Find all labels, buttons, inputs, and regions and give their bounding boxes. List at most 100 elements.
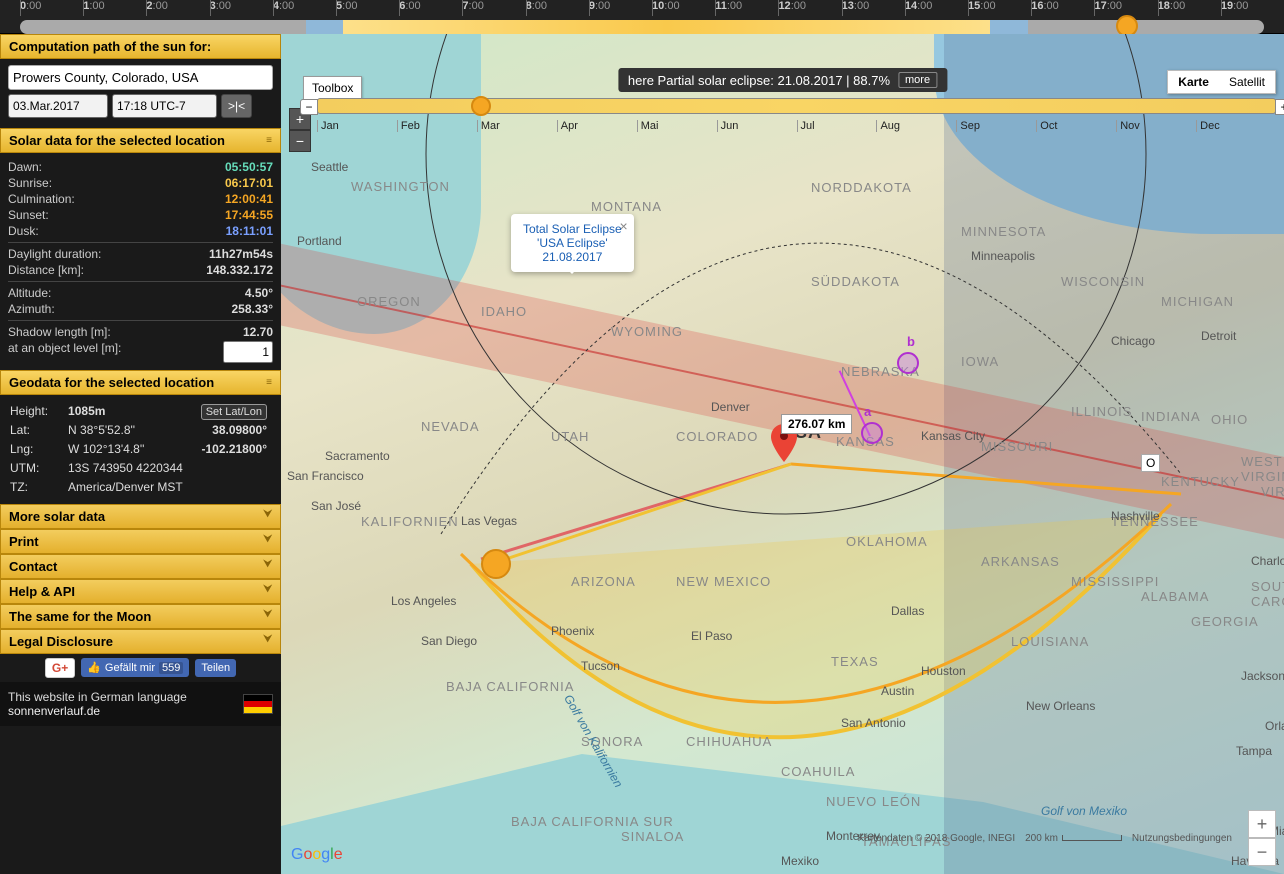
zoom-out-button-2[interactable]: − — [1248, 838, 1276, 866]
google-logo: Google — [291, 846, 343, 864]
zoom-out-button[interactable]: − — [289, 130, 311, 152]
menu-legal[interactable]: Legal Disclosure⮟ — [0, 629, 281, 654]
hour-tick: 5:00 — [336, 0, 399, 20]
place-label: Mexiko — [781, 854, 819, 868]
place-label: Austin — [881, 684, 914, 698]
hour-tick: 9:00 — [589, 0, 652, 20]
place-label: ILLINOIS — [1071, 404, 1132, 419]
place-label: Detroit — [1201, 329, 1236, 343]
place-label: NUEVO LEÓN — [826, 794, 921, 809]
place-label: Tucson — [581, 659, 620, 673]
sunset-value: 17:44:55 — [225, 208, 273, 222]
menu-contact[interactable]: Contact⮟ — [0, 554, 281, 579]
date-input[interactable] — [8, 94, 108, 118]
place-label: Orlando — [1265, 719, 1284, 733]
place-label: Sacramento — [325, 449, 390, 463]
sidebar: Computation path of the sun for: >|< Sol… — [0, 34, 281, 874]
section-geo-header[interactable]: Geodata for the selected location ≡ — [0, 370, 281, 395]
utm-label: UTM: — [10, 460, 66, 477]
map-type-satellit[interactable]: Satellit — [1219, 71, 1275, 93]
map-type-karte[interactable]: Karte — [1168, 71, 1219, 93]
place-label: Jacksonville — [1241, 669, 1284, 683]
month-tick: Dec — [1196, 120, 1276, 132]
month-minus-button[interactable]: − — [300, 99, 318, 115]
time-input[interactable] — [112, 94, 217, 118]
gplus-button[interactable]: G+ — [45, 658, 75, 678]
dusk-value: 18:11:01 — [226, 224, 273, 238]
set-latlng-button[interactable]: Set Lat/Lon — [201, 404, 267, 420]
menu-print[interactable]: Print⮟ — [0, 529, 281, 554]
point-a-marker[interactable] — [861, 422, 883, 444]
map[interactable]: Toolbox + − here Partial solar eclipse: … — [281, 34, 1284, 874]
fb-like-button[interactable]: 👍 Gefällt mir 559 — [81, 658, 189, 677]
lng-label: Lng: — [10, 441, 66, 458]
month-tick: Jan — [317, 120, 397, 132]
section-computation-header: Computation path of the sun for: — [0, 34, 281, 59]
place-label: Phoenix — [551, 624, 594, 638]
month-slider[interactable]: − + JanFebMarAprMaiJunJulAugSepOctNovDec — [317, 98, 1276, 138]
lang-link[interactable]: sonnenverlauf.de — [8, 704, 100, 718]
menu-label: Print — [9, 534, 39, 549]
hour-tick: 14:00 — [905, 0, 968, 20]
menu-moon[interactable]: The same for the Moon⮟ — [0, 604, 281, 629]
place-label: KALIFORNIEN — [361, 514, 459, 529]
hour-ruler: 0:001:002:003:004:005:006:007:008:009:00… — [0, 0, 1284, 34]
place-label: IDAHO — [481, 304, 527, 319]
fb-share-button[interactable]: Teilen — [195, 659, 236, 677]
place-label: GEORGIA — [1191, 614, 1259, 629]
close-icon[interactable]: × — [620, 218, 628, 234]
place-label: BAJA CALIFORNIA — [446, 679, 574, 694]
month-tick: Mai — [637, 120, 717, 132]
place-label: San José — [311, 499, 361, 513]
place-label: OHIO — [1211, 412, 1248, 427]
daylight-label: Daylight duration: — [8, 247, 101, 261]
utm-value: 13S 743950 4220344 — [68, 460, 271, 477]
toolbox-button[interactable]: Toolbox — [303, 76, 362, 100]
zoom-in-button-2[interactable]: + — [1248, 810, 1276, 838]
popup-line1: Total Solar Eclipse — [523, 222, 622, 236]
location-input[interactable] — [8, 65, 273, 90]
place-label: IOWA — [961, 354, 999, 369]
map-type-control: Karte Satellit — [1167, 70, 1276, 94]
more-button[interactable]: more — [898, 72, 937, 88]
point-b-marker[interactable] — [897, 352, 919, 374]
dusk-label: Dusk: — [8, 224, 39, 238]
place-label: Dallas — [891, 604, 924, 618]
place-label: WYOMING — [611, 324, 683, 339]
place-label: Nashville — [1111, 509, 1160, 523]
sunrise-label: Sunrise: — [8, 176, 52, 190]
chevron-down-icon: ⮟ — [264, 559, 273, 574]
place-label: SOUTH CAROL — [1251, 579, 1284, 609]
place-label: Seattle — [311, 160, 348, 174]
place-label: El Paso — [691, 629, 732, 643]
place-label: COAHUILA — [781, 764, 855, 779]
section-solar-header[interactable]: Solar data for the selected location ≡ — [0, 128, 281, 153]
place-label: NEVADA — [421, 419, 480, 434]
culmination-label: Culmination: — [8, 192, 75, 206]
month-slider-thumb[interactable] — [471, 96, 491, 116]
distance-label: 276.07 km — [781, 414, 852, 434]
month-tick: Aug — [876, 120, 956, 132]
hour-tick: 3:00 — [210, 0, 273, 20]
hour-tick: 2:00 — [146, 0, 209, 20]
menu-help[interactable]: Help & API⮟ — [0, 579, 281, 604]
scale-text: 200 km — [1025, 833, 1058, 844]
object-level-input[interactable] — [223, 341, 273, 363]
sunrise-value: 06:17:01 — [225, 176, 273, 190]
map-footer: Kartendaten © 2018 Google, INEGI 200 km … — [858, 810, 1276, 866]
point-b-label: b — [907, 334, 915, 349]
toggle-button[interactable]: >|< — [221, 94, 252, 118]
place-label: San Francisco — [287, 469, 364, 483]
place-label: WASHINGTON — [351, 179, 450, 194]
place-label: Charlotte — [1251, 554, 1284, 568]
hour-tick: 0:00 — [20, 0, 83, 20]
place-label: Las Vegas — [461, 514, 517, 528]
terms-link[interactable]: Nutzungsbedingungen — [1132, 833, 1232, 844]
month-plus-button[interactable]: + — [1275, 99, 1284, 115]
hour-slider-track[interactable] — [20, 20, 1264, 34]
place-label: WISCONSIN — [1061, 274, 1145, 289]
menu-more-solar[interactable]: More solar data⮟ — [0, 504, 281, 529]
place-label: CHIHUAHUA — [686, 734, 772, 749]
place-label: ARIZONA — [571, 574, 636, 589]
place-label: OKLAHOMA — [846, 534, 928, 549]
